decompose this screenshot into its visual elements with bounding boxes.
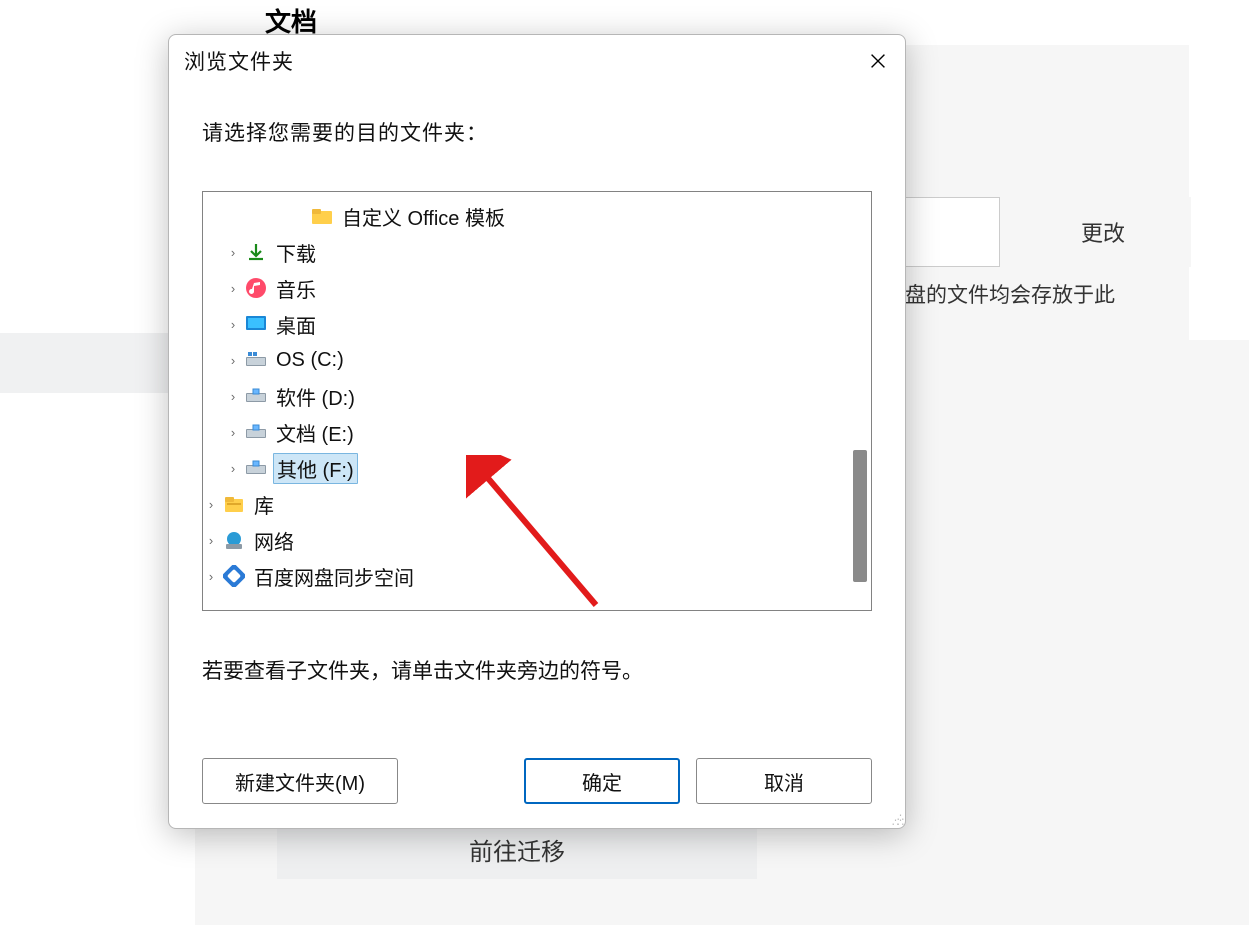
monitor-icon [243, 313, 269, 335]
network-icon [221, 529, 247, 551]
download-icon [243, 241, 269, 263]
tree-item-label: 音乐 [273, 274, 319, 303]
tree-item-drive-e[interactable]: › 文档 (E:) [203, 414, 871, 450]
expand-arrow-icon[interactable]: › [203, 533, 219, 548]
drive-icon [243, 421, 269, 443]
expand-arrow-icon[interactable]: › [203, 497, 219, 512]
tree-item-label: 网络 [251, 526, 297, 555]
tree-item-desktop[interactable]: › 桌面 [203, 306, 871, 342]
drive-icon [243, 385, 269, 407]
tree-item-label: 软件 (D:) [273, 382, 358, 411]
dialog-title: 浏览文件夹 [184, 46, 294, 76]
change-button-label: 更改 [1081, 216, 1125, 248]
change-button[interactable]: 更改 [1015, 197, 1191, 267]
expand-arrow-icon[interactable]: › [225, 389, 241, 404]
drive-icon [243, 457, 269, 479]
lib-icon [221, 493, 247, 515]
migrate-button-label: 前往迁移 [469, 832, 565, 867]
tree-item-label: 下载 [273, 238, 319, 267]
drive-os-icon [243, 349, 269, 371]
dialog-button-row: 新建文件夹(M) 确定 取消 [202, 736, 872, 808]
sidebar [0, 0, 195, 925]
tree-item-drive-c[interactable]: › OS (C:) [203, 342, 871, 378]
tree-item-downloads[interactable]: › 下载 [203, 234, 871, 270]
bg-right-gap [1189, 0, 1249, 340]
expand-arrow-icon[interactable]: › [225, 461, 241, 476]
close-icon [867, 50, 889, 72]
tree-item-label: 其他 (F:) [273, 453, 358, 484]
tree-item-drive-d[interactable]: › 软件 (D:) [203, 378, 871, 414]
expand-arrow-icon[interactable]: › [225, 353, 241, 368]
sync-icon [221, 565, 247, 587]
new-folder-button[interactable]: 新建文件夹(M) [202, 758, 398, 804]
tree-item-baidu-sync[interactable]: › 百度网盘同步空间 [203, 558, 871, 594]
cancel-button[interactable]: 取消 [696, 758, 872, 804]
path-input-fragment[interactable] [905, 197, 1000, 267]
sidebar-active-item[interactable] [0, 333, 195, 393]
close-button[interactable] [855, 41, 901, 81]
bg-hint-text: 盘的文件均会存放于此 [905, 279, 1115, 309]
spacer [414, 758, 508, 804]
tree-item-office-templates[interactable]: 自定义 Office 模板 [203, 198, 871, 234]
expand-arrow-icon[interactable]: › [225, 425, 241, 440]
tree-item-label: 桌面 [273, 310, 319, 339]
expand-arrow-icon[interactable]: › [225, 317, 241, 332]
new-folder-button-label: 新建文件夹(M) [235, 767, 365, 796]
dialog-hint: 若要查看子文件夹，请单击文件夹旁边的符号。 [202, 655, 872, 685]
tree-item-network[interactable]: › 网络 [203, 522, 871, 558]
music-icon [243, 277, 269, 299]
expand-arrow-icon[interactable]: › [225, 245, 241, 260]
folder-tree[interactable]: 自定义 Office 模板 › 下载 › 音乐 › 桌面 › OS (C:) › 软件 (D:) › 文… [202, 191, 872, 611]
expand-arrow-icon[interactable]: › [203, 569, 219, 584]
expand-arrow-icon[interactable]: › [225, 281, 241, 296]
tree-item-label: OS (C:) [273, 349, 347, 372]
ok-button-label: 确定 [582, 767, 622, 796]
cancel-button-label: 取消 [764, 767, 804, 796]
ok-button[interactable]: 确定 [524, 758, 680, 804]
tree-item-drive-f[interactable]: › 其他 (F:) [203, 450, 871, 486]
tree-item-libraries[interactable]: ›库 [203, 486, 871, 522]
browse-folder-dialog: 浏览文件夹 请选择您需要的目的文件夹： 自定义 Office 模板›下载›音乐›… [168, 34, 906, 829]
dialog-titlebar[interactable]: 浏览文件夹 [169, 35, 905, 87]
dialog-prompt: 请选择您需要的目的文件夹： [202, 117, 872, 147]
tree-item-label: 自定义 Office 模板 [339, 202, 508, 231]
resize-grip-icon[interactable]: ∴∴∴ [892, 816, 902, 826]
tree-item-label: 百度网盘同步空间 [251, 562, 417, 591]
tree-item-label: 文档 (E:) [273, 418, 357, 447]
folder-icon [309, 205, 335, 227]
scrollbar-thumb[interactable] [853, 450, 867, 582]
tree-item-music[interactable]: › 音乐 [203, 270, 871, 306]
tree-item-label: 库 [251, 490, 277, 519]
